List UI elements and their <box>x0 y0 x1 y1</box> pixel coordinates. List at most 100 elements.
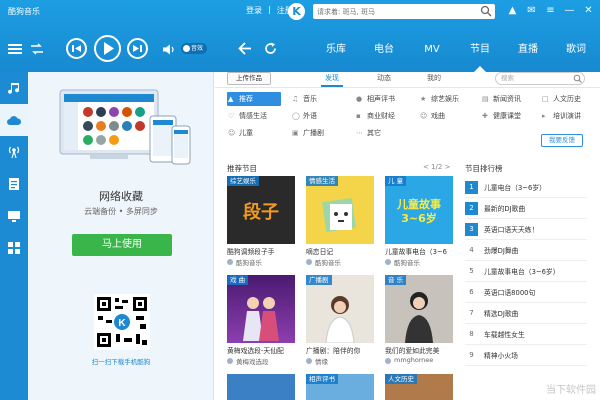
program-tag: 广播剧 <box>306 275 332 285</box>
program-card[interactable]: 段子 综艺娱乐 酷狗调频段子手 酷狗音乐 <box>227 176 295 267</box>
app-title: 酷狗音乐 <box>8 7 40 16</box>
program-title: 黄梅戏选段-天仙配 <box>227 347 284 355</box>
mail-icon[interactable]: ✉ <box>526 5 537 16</box>
category-children[interactable]: ☺ 儿童 <box>227 126 253 140</box>
program-search-input[interactable]: 搜索 <box>495 72 585 85</box>
program-tag: 情感生活 <box>306 176 338 186</box>
rank-row[interactable]: 4 劲爆DJ舞曲 <box>465 240 587 261</box>
program-tag: 相声评书 <box>306 374 338 384</box>
category-radio-drama[interactable]: ▣ 广播剧 <box>291 126 324 140</box>
program-author[interactable]: 酷狗音乐 <box>385 257 453 267</box>
tab-lyrics[interactable]: 歌词 <box>552 36 600 64</box>
rank-number: 7 <box>469 308 474 317</box>
search-icon[interactable] <box>480 5 492 17</box>
minimize-icon[interactable]: — <box>564 5 575 16</box>
news-icon: ▤ <box>482 95 489 103</box>
program-card[interactable]: 戏 曲 黄梅戏选段-天仙配 黄梅戏选段 <box>227 275 295 366</box>
refresh-icon[interactable] <box>264 42 277 55</box>
tab-radio[interactable]: 电台 <box>360 36 408 64</box>
login-link[interactable]: 登录 <box>246 5 262 16</box>
link-divider: | <box>268 5 271 14</box>
rank-row[interactable]: 5 儿童故事电台（3~6岁） <box>465 261 587 282</box>
mic-icon: ● <box>356 95 363 103</box>
play-button[interactable] <box>94 35 121 62</box>
music-note-icon[interactable] <box>0 72 28 104</box>
tab-mv[interactable]: MV <box>408 36 456 64</box>
back-icon[interactable] <box>238 42 252 55</box>
feedback-button[interactable]: 我要反馈 <box>541 134 583 147</box>
program-card[interactable]: 音 乐 我们的爱如此完美 mmghomee <box>385 275 453 364</box>
program-author[interactable]: mmghomee <box>385 356 453 364</box>
category-foreign-language[interactable]: ◯ 外语 <box>291 109 317 123</box>
subtab-mine[interactable]: 我的 <box>427 73 441 83</box>
category-health[interactable]: ✚ 健康课堂 <box>481 109 521 123</box>
category-emotion[interactable]: ♡ 情感生活 <box>227 109 267 123</box>
rank-number: 8 <box>469 329 474 338</box>
program-author[interactable]: 情缘 <box>306 356 374 366</box>
search-icon[interactable] <box>573 74 582 83</box>
search-input[interactable] <box>313 4 478 19</box>
program-cover[interactable]: 相声评书 <box>306 374 374 400</box>
program-cover[interactable]: 人文历史 <box>385 374 453 400</box>
monitor-icon[interactable] <box>0 200 28 232</box>
category-other[interactable]: ⋯ 其它 <box>355 126 381 140</box>
program-cover: 情感生活 <box>306 176 374 244</box>
program-cover: 儿童故事 3~6岁 儿 童 <box>385 176 453 244</box>
program-cover[interactable] <box>227 374 295 400</box>
pager[interactable]: < 1/2 > <box>423 163 450 171</box>
tab-programs[interactable]: 节目 <box>456 36 504 72</box>
rank-number: 3 <box>465 222 478 236</box>
prev-icon <box>72 45 81 52</box>
program-card[interactable]: 情感生活 嘀恋日记 酷狗音乐 <box>306 176 374 267</box>
program-tag: 音 乐 <box>385 275 407 285</box>
rank-row[interactable]: 9 精神小火场 <box>465 345 587 366</box>
shuffle-icon[interactable] <box>30 43 44 55</box>
category-music[interactable]: ♫ 音乐 <box>291 92 317 106</box>
cloud-icon[interactable] <box>0 104 28 136</box>
playlist-doc-icon[interactable] <box>0 168 28 200</box>
shirt-icon[interactable]: ▲ <box>507 5 518 16</box>
rank-row[interactable]: 3 英语口语天天练！ <box>465 219 587 240</box>
mask-icon: ☺ <box>420 112 428 120</box>
globe-icon: ◯ <box>292 112 300 120</box>
program-author[interactable]: 酷狗音乐 <box>306 257 374 267</box>
next-icon <box>133 45 142 52</box>
rank-number: 2 <box>465 201 478 215</box>
category-history[interactable]: □ 人文历史 <box>541 92 581 106</box>
prev-button[interactable] <box>66 38 87 59</box>
use-now-button[interactable]: 马上使用 <box>72 234 172 256</box>
category-variety[interactable]: ★ 综艺娱乐 <box>419 92 459 106</box>
category-crosstalk[interactable]: ● 相声评书 <box>355 92 395 106</box>
category-news[interactable]: ▤ 新闻资讯 <box>481 92 521 106</box>
rank-row[interactable]: 8 车载越性女生 <box>465 324 587 345</box>
apps-grid-icon[interactable] <box>0 232 28 264</box>
program-author[interactable]: 黄梅戏选段 <box>227 356 295 366</box>
category-training[interactable]: ▸ 培训演讲 <box>541 109 581 123</box>
volume-icon[interactable] <box>162 44 176 55</box>
program-cover: 戏 曲 <box>227 275 295 343</box>
playlist-icon[interactable] <box>8 43 22 55</box>
upload-button[interactable]: 上传作品 <box>227 72 271 85</box>
tab-live[interactable]: 直播 <box>504 36 552 64</box>
sound-effect-toggle[interactable]: 音效 <box>181 43 207 54</box>
cover-art-text: 段子 <box>243 202 279 223</box>
rank-row[interactable]: 6 英语口语8000句 <box>465 282 587 303</box>
broadcast-icon[interactable] <box>0 136 28 168</box>
kugou-logo[interactable]: K <box>288 3 305 20</box>
program-author[interactable]: 酷狗音乐 <box>227 257 295 267</box>
next-button[interactable] <box>127 38 148 59</box>
tab-library[interactable]: 乐库 <box>312 36 360 64</box>
rank-row[interactable]: 2 最新的DJ歌曲 <box>465 198 587 219</box>
rank-row[interactable]: 7 精选DJ歌曲 <box>465 303 587 324</box>
subtab-feed[interactable]: 动态 <box>377 73 391 83</box>
program-title: 我们的爱如此完美 <box>385 347 440 355</box>
menu-icon[interactable]: ≡ <box>545 5 556 16</box>
category-business[interactable]: ▪ 商业财经 <box>355 109 395 123</box>
program-card[interactable]: 儿童故事 3~6岁 儿 童 儿童故事电台（3~6 酷狗音乐 <box>385 176 453 267</box>
category-recommend[interactable]: ▲ 推荐 <box>227 92 281 106</box>
rank-row[interactable]: 1 儿童电台（3~6岁） <box>465 177 587 198</box>
program-card[interactable]: 广播剧 广播剧：陪伴的你 情缘 <box>306 275 374 366</box>
category-opera[interactable]: ☺ 戏曲 <box>419 109 445 123</box>
subtab-discover[interactable]: 发现 <box>321 73 343 87</box>
close-icon[interactable]: ✕ <box>583 5 594 16</box>
